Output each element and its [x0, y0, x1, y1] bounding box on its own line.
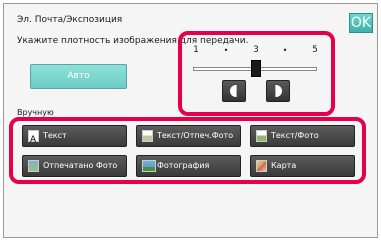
mode-text-printed-photo-button[interactable]: Текст/Отпеч.Фото	[136, 125, 241, 147]
mode-text-photo-button[interactable]: Текст/Фото	[250, 125, 355, 147]
lighter-icon	[230, 85, 237, 97]
page-title: Эл. Почта/Экспозиция	[17, 15, 123, 25]
mode-map-button[interactable]: Карта	[250, 155, 355, 177]
printed-photo-icon	[28, 160, 39, 172]
scale-dot-4: •	[282, 46, 288, 55]
map-icon	[256, 160, 267, 172]
mode-photo-button[interactable]: Фотография	[136, 155, 241, 177]
scale-dot-2: •	[223, 46, 229, 55]
density-increase-button[interactable]	[266, 80, 290, 102]
svg-text:A: A	[30, 135, 37, 143]
darker-icon	[275, 85, 282, 97]
text-printed-photo-icon	[142, 130, 153, 142]
mode-printed-photo-button[interactable]: Отпечатано Фото	[22, 155, 127, 177]
scale-label-3: 3	[253, 45, 259, 55]
auto-button[interactable]: Авто	[30, 64, 127, 89]
text-photo-icon	[256, 130, 267, 142]
manual-label: Вручную	[17, 108, 54, 117]
ok-button[interactable]: OK	[349, 13, 373, 33]
density-decrease-button[interactable]	[222, 80, 246, 102]
scale-label-5: 5	[312, 45, 318, 55]
mode-text-button[interactable]: A Текст	[22, 125, 127, 147]
density-slider-knob[interactable]	[251, 60, 261, 77]
photo-icon	[142, 160, 156, 172]
scale-label-1: 1	[193, 45, 199, 55]
text-mode-icon: A	[28, 130, 39, 145]
